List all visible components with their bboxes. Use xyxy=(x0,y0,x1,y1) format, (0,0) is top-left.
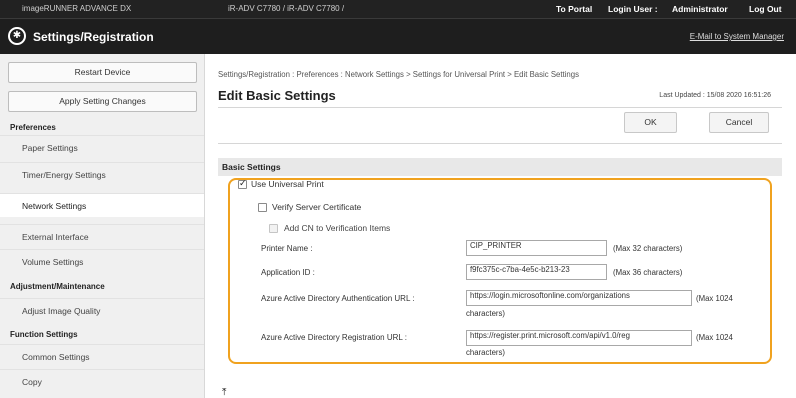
sidebar-item-timer-energy-settings[interactable]: Timer/Energy Settings xyxy=(0,162,204,186)
email-system-manager-link[interactable]: E-Mail to System Manager xyxy=(690,32,784,41)
azure-auth-url-label: Azure Active Directory Authentication UR… xyxy=(261,294,415,303)
sidebar-item-paper-settings[interactable]: Paper Settings xyxy=(0,135,204,159)
apply-setting-changes-button[interactable]: Apply Setting Changes xyxy=(8,91,197,112)
use-universal-print-label: Use Universal Print xyxy=(251,179,324,189)
page-header-title: Settings/Registration xyxy=(33,30,154,44)
section-basic-settings: Basic Settings xyxy=(218,158,782,176)
to-portal-link[interactable]: To Portal xyxy=(556,4,592,14)
login-user-label: Login User : xyxy=(608,4,658,14)
breadcrumb: Settings/Registration : Preferences : Ne… xyxy=(218,70,579,79)
last-updated: Last Updated : 15/08 2020 16:51:26 xyxy=(659,92,771,99)
sidebar-header-function-settings: Function Settings xyxy=(10,330,78,339)
use-universal-print-checkbox[interactable] xyxy=(238,178,247,189)
add-cn-label: Add CN to Verification Items xyxy=(284,223,391,233)
sidebar-item-copy[interactable]: Copy xyxy=(0,369,204,393)
device-model: iR-ADV C7780 / iR-ADV C7780 / xyxy=(228,4,345,13)
printer-name-input[interactable]: CIP_PRINTER xyxy=(466,240,607,256)
printer-name-note: (Max 32 characters) xyxy=(613,244,683,253)
restart-device-button[interactable]: Restart Device xyxy=(8,62,197,83)
application-id-label: Application ID : xyxy=(261,268,315,277)
title-bar: ✱ Settings/Registration E-Mail to System… xyxy=(0,18,796,54)
title-divider xyxy=(218,107,782,108)
sidebar-item-adjust-image-quality[interactable]: Adjust Image Quality xyxy=(0,298,204,322)
azure-registration-url-note-cont: characters) xyxy=(466,348,505,357)
add-cn-checkbox[interactable] xyxy=(269,224,278,233)
settings-gear-icon: ✱ xyxy=(8,27,26,45)
application-id-note: (Max 36 characters) xyxy=(613,268,683,277)
back-to-top-icon[interactable]: ⤒ xyxy=(222,387,226,398)
azure-auth-url-note-cont: characters) xyxy=(466,309,505,318)
login-user-name: Administrator xyxy=(672,4,728,14)
application-id-input[interactable]: f9fc375c-c7ba-4e5c-b213-23 xyxy=(466,264,607,280)
printer-name-label: Printer Name : xyxy=(261,244,313,253)
azure-auth-url-note: (Max 1024 xyxy=(696,294,733,303)
page-title: Edit Basic Settings xyxy=(218,88,336,103)
sidebar-header-preferences: Preferences xyxy=(10,123,56,132)
verify-server-certificate-label: Verify Server Certificate xyxy=(272,202,362,212)
sidebar-item-network-settings[interactable]: Network Settings xyxy=(0,193,204,217)
cancel-button[interactable]: Cancel xyxy=(709,112,769,133)
actions-divider xyxy=(218,143,782,144)
sidebar-item-external-interface[interactable]: External Interface xyxy=(0,224,204,248)
sidebar-item-common-settings[interactable]: Common Settings xyxy=(0,344,204,368)
azure-registration-url-label: Azure Active Directory Registration URL … xyxy=(261,333,407,342)
main-content: Settings/Registration : Preferences : Ne… xyxy=(205,54,796,398)
sidebar: Restart Device Apply Setting Changes Pre… xyxy=(0,54,205,398)
sidebar-header-adjustment-maintenance: Adjustment/Maintenance xyxy=(10,282,105,291)
logout-link[interactable]: Log Out xyxy=(749,4,782,14)
ok-button[interactable]: OK xyxy=(624,112,677,133)
azure-registration-url-note: (Max 1024 xyxy=(696,333,733,342)
verify-server-certificate-checkbox[interactable] xyxy=(258,203,267,212)
sidebar-item-volume-settings[interactable]: Volume Settings xyxy=(0,249,204,273)
azure-auth-url-input[interactable]: https://login.microsoftonline.com/organi… xyxy=(466,290,692,306)
top-bar: imageRUNNER ADVANCE DX iR-ADV C7780 / iR… xyxy=(0,0,796,18)
device-name: imageRUNNER ADVANCE DX xyxy=(22,4,132,13)
azure-registration-url-input[interactable]: https://register.print.microsoft.com/api… xyxy=(466,330,692,346)
